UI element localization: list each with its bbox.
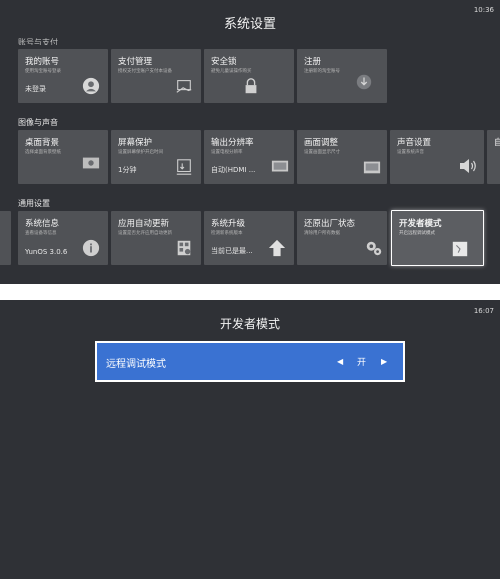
- lock-icon: [245, 78, 257, 94]
- tile-subtitle: 设置系统声音: [397, 150, 424, 155]
- wallpaper-icon: [82, 157, 100, 169]
- tile-security-lock[interactable]: 安全锁 避免儿童误操作购买: [204, 49, 294, 103]
- monitor-icon: [271, 160, 289, 172]
- speaker-icon: [460, 159, 476, 173]
- tile-title: 声音设置: [397, 138, 432, 148]
- tile-subtitle: 清除用户所有数据: [304, 231, 340, 236]
- page-title: 开发者模式: [219, 317, 280, 331]
- tile-subtitle: 授权支付宝账户支付本设备: [118, 69, 172, 74]
- section-account: 账号与支付: [18, 38, 58, 45]
- tile-title: 桌面背景: [25, 138, 60, 148]
- tile-wallpaper[interactable]: 桌面背景 选择桌面背景壁纸: [18, 130, 108, 184]
- tile-payment[interactable]: 支付管理 授权支付宝账户支付本设备: [111, 49, 201, 103]
- tile-factory-reset[interactable]: 还原出厂状态 清除用户所有数据: [297, 211, 387, 265]
- tile-subtitle: 检测新系统版本: [211, 231, 243, 236]
- upgrade-arrow-icon: [268, 239, 286, 257]
- tile-developer-mode[interactable]: 开发者模式 开启远程调试模式: [391, 210, 484, 266]
- next-value-arrow-icon[interactable]: ▶: [381, 357, 387, 366]
- tile-app-auto-update[interactable]: 应用自动更新 设置是否允许应用自动更新: [111, 211, 201, 265]
- tile-subtitle: 注册新的淘宝账号: [304, 69, 340, 74]
- developer-icon: [452, 241, 468, 257]
- tile-resolution[interactable]: 输出分辨率 设置电视分辨率 自动(HDMI ...: [204, 130, 294, 184]
- remote-debug-value: 开: [357, 358, 367, 368]
- tile-title: 应用自动更新: [118, 219, 170, 229]
- tile-title: 安全锁: [211, 57, 237, 67]
- tile-register[interactable]: 注册 注册新的淘宝账号: [297, 49, 387, 103]
- tile-screensaver[interactable]: 屏幕保护 设置屏幕保护开启时间 1分钟: [111, 130, 201, 184]
- tile-value: 1分钟: [118, 166, 137, 174]
- tile-partial-left[interactable]: [0, 211, 11, 265]
- tile-title: 自: [494, 138, 500, 148]
- tile-subtitle: 设置屏幕保护开启时间: [118, 150, 163, 155]
- section-general: 通用设置: [18, 199, 50, 208]
- tile-subtitle: 查看设备等信息: [25, 231, 57, 236]
- info-icon: [82, 239, 100, 257]
- tile-title: 屏幕保护: [118, 138, 153, 148]
- tile-subtitle: 设置电视分辨率: [211, 150, 243, 155]
- user-avatar-icon: [82, 77, 100, 95]
- tile-value: 当前已是最...: [211, 247, 253, 255]
- tile-subtitle: 使用淘宝账号登录: [25, 69, 61, 74]
- tile-title: 输出分辨率: [211, 138, 254, 148]
- tile-subtitle: 避免儿童误操作购买: [211, 69, 252, 74]
- tile-title: 我的账号: [25, 57, 60, 67]
- tile-title: 开发者模式: [399, 219, 442, 229]
- screenshot-divider: [0, 284, 500, 300]
- tile-subtitle: 开启远程调试模式: [399, 231, 435, 236]
- app-update-icon: [177, 240, 191, 256]
- tile-picture-adjust[interactable]: 画面调整 设置画面显示尺寸: [297, 130, 387, 184]
- tile-title: 支付管理: [118, 57, 153, 67]
- remote-debug-label: 远程调试模式: [106, 359, 166, 370]
- developer-mode-screen: 16:07 开发者模式 远程调试模式 ◀ 开 ▶: [0, 300, 500, 579]
- previous-value-arrow-icon[interactable]: ◀: [337, 357, 343, 366]
- remote-debug-option[interactable]: 远程调试模式 ◀ 开 ▶: [95, 341, 405, 382]
- register-icon: [356, 74, 372, 90]
- system-settings-screen: 10:36 系统设置 账号与支付 我的账号 使用淘宝账号登录 未登录 支付管理 …: [0, 0, 500, 284]
- tile-system-upgrade[interactable]: 系统升级 检测新系统版本 当前已是最...: [204, 211, 294, 265]
- screen-adjust-icon: [363, 161, 381, 174]
- tile-title: 系统信息: [25, 219, 60, 229]
- tile-partial[interactable]: 自: [487, 130, 500, 184]
- tile-my-account[interactable]: 我的账号 使用淘宝账号登录 未登录: [18, 49, 108, 103]
- tile-value: 未登录: [25, 85, 46, 93]
- tile-title: 系统升级: [211, 219, 246, 229]
- hand-timer-icon: [176, 159, 192, 175]
- tile-title: 还原出厂状态: [304, 219, 356, 229]
- tile-subtitle: 设置是否允许应用自动更新: [118, 231, 172, 236]
- clock: 16:07: [473, 307, 494, 315]
- tile-title: 注册: [304, 57, 322, 67]
- section-display-sound: 图像与声音: [18, 118, 58, 127]
- gears-icon: [366, 241, 382, 256]
- tile-value: YunOS 3.0.6: [25, 248, 68, 256]
- payment-hand-icon: [176, 80, 192, 93]
- page-title: 系统设置: [223, 17, 276, 32]
- tile-subtitle: 设置画面显示尺寸: [304, 150, 340, 155]
- tile-subtitle: 选择桌面背景壁纸: [25, 150, 61, 155]
- tile-title: 画面调整: [304, 138, 339, 148]
- tile-system-info[interactable]: 系统信息 查看设备等信息 YunOS 3.0.6: [18, 211, 108, 265]
- tile-value: 自动(HDMI ...: [211, 166, 256, 174]
- tile-sound[interactable]: 声音设置 设置系统声音: [390, 130, 484, 184]
